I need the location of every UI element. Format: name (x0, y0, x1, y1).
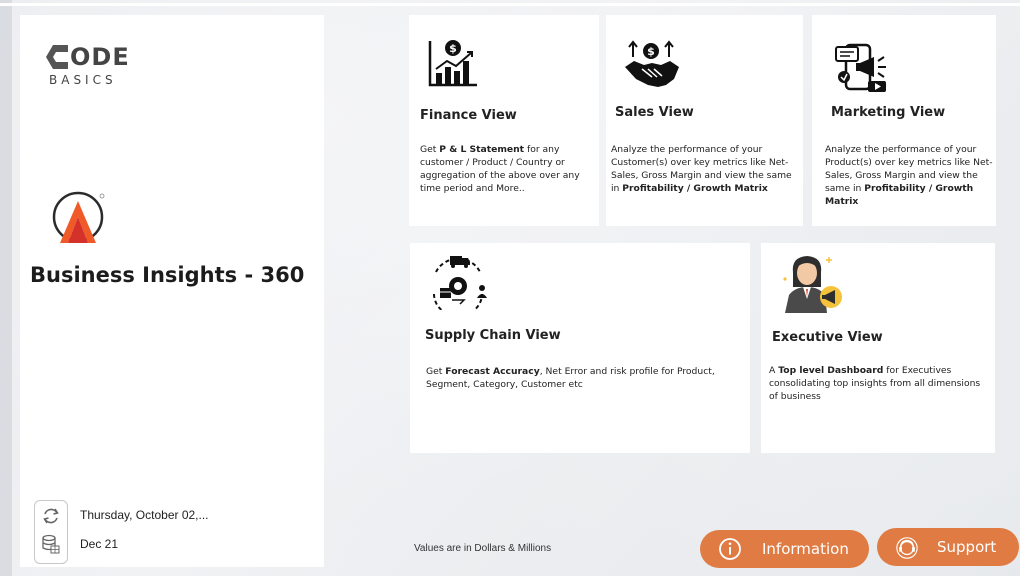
executive-view-description: A Top level Dashboard for Executives con… (769, 365, 981, 402)
supply-chain-view-card[interactable]: Supply Chain View Get Forecast Accuracy,… (410, 243, 750, 453)
information-label: Information (762, 540, 849, 558)
handshake-icon: $ (625, 40, 679, 87)
executive-person-icon (783, 256, 842, 313)
svg-text:$: $ (647, 45, 655, 58)
executive-view-card[interactable]: Executive View A Top level Dashboard for… (761, 243, 995, 453)
marketing-view-description: Analyze the performance of your Product(… (825, 144, 993, 207)
marketing-phone-icon (835, 43, 886, 92)
sales-view-title: Sales View (615, 105, 694, 120)
finance-view-description: Get P & L Statement for any customer / P… (420, 144, 580, 194)
refresh-icon[interactable] (41, 506, 61, 526)
left-edge-strip (0, 0, 12, 576)
supply-chain-view-title: Supply Chain View (425, 328, 561, 343)
info-icon (718, 537, 742, 561)
finance-view-title: Finance View (420, 108, 517, 123)
finance-view-card[interactable]: $ Finance View Get P & L Statement for a… (409, 15, 599, 226)
units-footnote: Values are in Dollars & Millions (414, 543, 552, 554)
database-icon (42, 534, 60, 554)
refresh-status-box (34, 500, 68, 564)
app-title: Business Insights - 360 (30, 263, 305, 287)
support-label: Support (937, 538, 997, 556)
svg-text:$: $ (449, 42, 457, 55)
codebasics-logo: ODE BASICS (46, 43, 136, 89)
sales-view-description: Analyze the performance of your Customer… (611, 144, 792, 194)
atliq-logo-icon (52, 191, 105, 243)
logo-text-bottom: BASICS (49, 73, 117, 87)
sidebar-panel: ODE BASICS Business Insights - 360 Thurs… (20, 15, 324, 567)
executive-view-title: Executive View (772, 330, 883, 345)
codebasics-c-icon (46, 45, 68, 69)
supply-chain-icon (433, 256, 487, 310)
last-refresh-text: Thursday, October 02,... (80, 508, 209, 522)
logo-text-top: ODE (70, 43, 130, 71)
sales-view-card[interactable]: $ Sales View Analyze the performance of … (606, 15, 803, 226)
support-headset-icon (895, 535, 919, 559)
information-button[interactable]: Information (700, 530, 869, 568)
data-period-text: Dec 21 (80, 537, 119, 551)
top-divider (0, 3, 1020, 6)
marketing-view-card[interactable]: Marketing View Analyze the performance o… (812, 15, 996, 226)
finance-chart-icon: $ (428, 40, 477, 87)
supply-chain-view-description: Get Forecast Accuracy, Net Error and ris… (426, 366, 715, 390)
support-button[interactable]: Support (877, 528, 1019, 566)
marketing-view-title: Marketing View (831, 105, 946, 120)
